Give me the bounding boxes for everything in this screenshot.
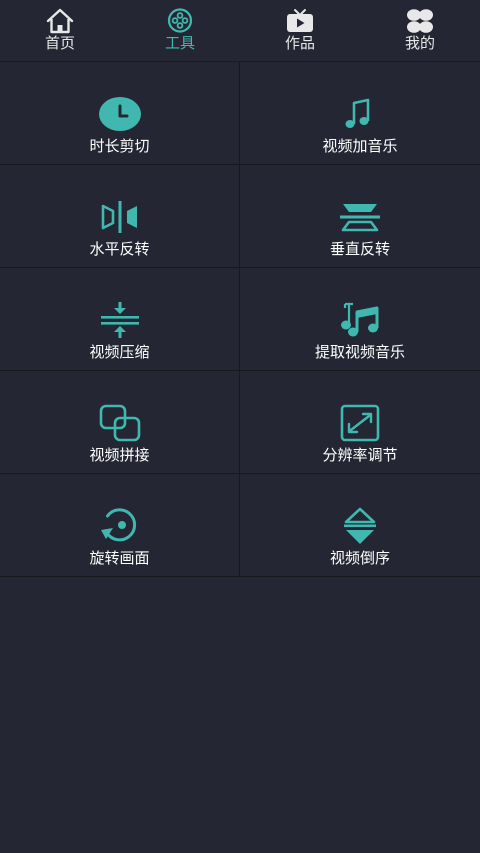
film-reel-icon (167, 8, 193, 33)
tool-video-compress-label: 视频压缩 (89, 343, 150, 361)
tab-tools-label: 工具 (164, 34, 195, 52)
compress-icon (100, 302, 139, 338)
tool-flip-horizontal-label: 水平反转 (89, 240, 150, 258)
tool-video-merge[interactable]: 视频拼接 (0, 371, 240, 474)
tool-video-compress[interactable]: 视频压缩 (0, 268, 240, 371)
tab-works[interactable]: 作品 (240, 0, 360, 61)
tab-home[interactable]: 首页 (0, 0, 120, 61)
merge-squares-icon (99, 404, 140, 442)
tool-add-music[interactable]: 视频加音乐 (240, 62, 480, 165)
extract-music-icon (341, 302, 379, 337)
flip-horizontal-icon (101, 201, 137, 233)
home-icon (46, 8, 74, 34)
tool-rotate[interactable]: 旋转画面 (0, 474, 240, 577)
tool-reverse-order[interactable]: 视频倒序 (240, 474, 480, 577)
tool-add-music-label: 视频加音乐 (322, 137, 398, 155)
clover-icon (407, 9, 433, 33)
rotate-icon (100, 508, 136, 542)
tool-duration-cut[interactable]: 时长剪切 (0, 62, 240, 165)
tab-tools[interactable]: 工具 (120, 0, 240, 61)
tab-mine-label: 我的 (404, 34, 435, 52)
tool-flip-vertical[interactable]: 垂直反转 (240, 165, 480, 268)
reverse-order-icon (344, 507, 376, 544)
tool-video-merge-label: 视频拼接 (89, 446, 150, 464)
tool-resolution-adjust-label: 分辨率调节 (322, 446, 398, 464)
resize-icon (340, 404, 380, 442)
tv-play-icon (287, 9, 313, 32)
flip-vertical-icon (340, 204, 380, 232)
tab-mine[interactable]: 我的 (360, 0, 480, 61)
tool-reverse-order-label: 视频倒序 (329, 549, 390, 567)
tool-rotate-label: 旋转画面 (89, 549, 150, 567)
tool-flip-vertical-label: 垂直反转 (329, 240, 390, 258)
tool-resolution-adjust[interactable]: 分辨率调节 (240, 371, 480, 474)
tool-flip-horizontal[interactable]: 水平反转 (0, 165, 240, 268)
tab-home-label: 首页 (44, 34, 75, 52)
tool-extract-music[interactable]: 提取视频音乐 (240, 268, 480, 371)
music-note-icon (345, 98, 370, 128)
tool-extract-music-label: 提取视频音乐 (314, 343, 405, 361)
clock-icon (98, 97, 141, 131)
tools-grid: 时长剪切 视频加音乐 水平反转 垂直反转 视频压缩 提取视频音乐 视频拼接 分辨… (0, 62, 480, 577)
top-navigation: 首页 工具 作品 我的 (0, 0, 480, 62)
tool-duration-cut-label: 时长剪切 (89, 137, 150, 155)
tab-works-label: 作品 (284, 34, 315, 52)
